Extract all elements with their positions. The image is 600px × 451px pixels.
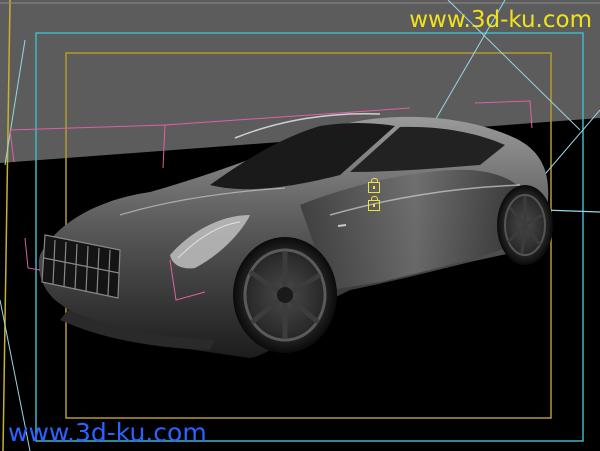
scene-render xyxy=(0,0,600,451)
rear-wheel xyxy=(497,185,553,265)
door-handle xyxy=(337,224,347,227)
watermark-bottom: www.3d-ku.com xyxy=(8,418,207,447)
watermark-top: www.3d-ku.com xyxy=(409,7,592,33)
3d-viewport[interactable]: www.3d-ku.com www.3d-ku.com xyxy=(0,0,600,451)
front-wheel xyxy=(233,237,337,353)
lock-icon[interactable] xyxy=(368,178,380,193)
lock-icon[interactable] xyxy=(368,196,380,211)
